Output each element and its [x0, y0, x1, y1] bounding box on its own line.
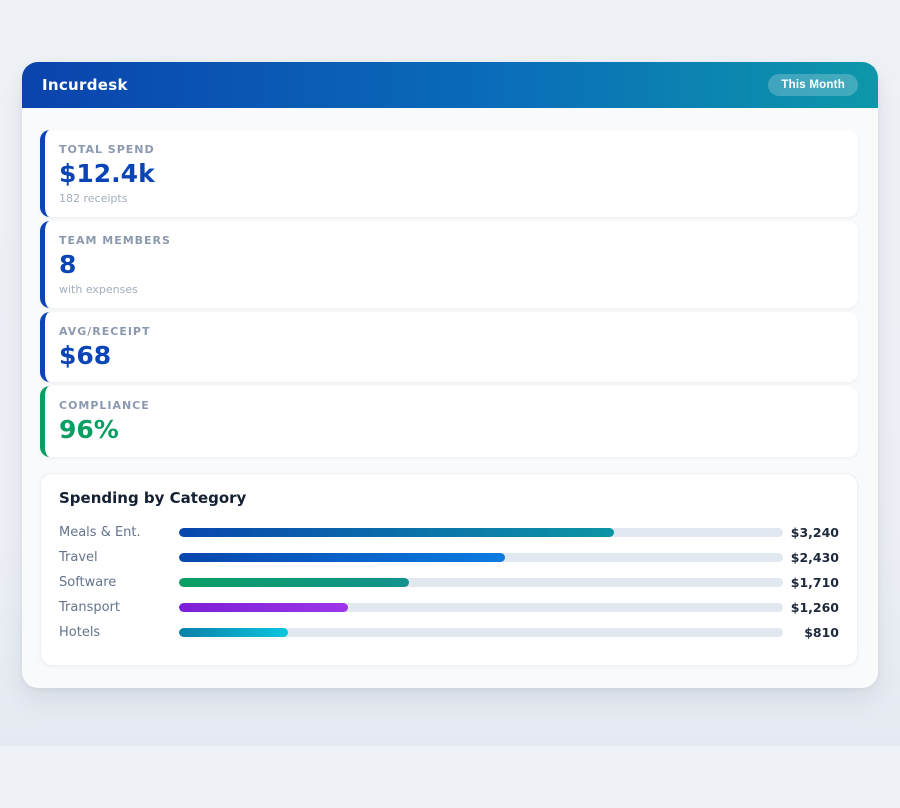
app-title: Incurdesk: [42, 76, 128, 94]
category-label: Travel: [59, 550, 179, 565]
category-value: $1,260: [783, 600, 839, 615]
category-bar-fill: [179, 628, 288, 637]
stat-value: $68: [59, 342, 840, 371]
category-label: Hotels: [59, 625, 179, 640]
stat-card-compliance: COMPLIANCE 96%: [40, 386, 858, 457]
stat-value: 8: [59, 251, 840, 280]
category-value: $2,430: [783, 550, 839, 565]
stat-subtext: 182 receipts: [59, 192, 840, 205]
chart-title: Spending by Category: [59, 489, 839, 507]
category-row: Transport $1,260: [59, 595, 839, 620]
stat-value: $12.4k: [59, 160, 840, 189]
category-label: Software: [59, 575, 179, 590]
stat-subtext: with expenses: [59, 283, 840, 296]
category-label: Transport: [59, 600, 179, 615]
dashboard-panel: Incurdesk This Month TOTAL SPEND $12.4k …: [22, 62, 878, 688]
stats-section: TOTAL SPEND $12.4k 182 receipts TEAM MEM…: [22, 108, 878, 457]
category-label: Meals & Ent.: [59, 525, 179, 540]
app-header: Incurdesk This Month: [22, 62, 878, 108]
category-row: Meals & Ent. $3,240: [59, 520, 839, 545]
category-bar-track: [179, 603, 783, 612]
stat-label: TEAM MEMBERS: [59, 234, 840, 247]
category-value: $810: [783, 625, 839, 640]
category-bar-list: Meals & Ent. $3,240 Travel $2,430 Software $1…: [59, 520, 839, 645]
stat-label: COMPLIANCE: [59, 399, 840, 412]
stat-label: TOTAL SPEND: [59, 143, 840, 156]
category-value: $1,710: [783, 575, 839, 590]
stat-label: AVG/RECEIPT: [59, 325, 840, 338]
category-bar-track: [179, 528, 783, 537]
category-bar-fill: [179, 553, 505, 562]
category-bar-track: [179, 628, 783, 637]
category-bar-fill: [179, 528, 614, 537]
category-bar-fill: [179, 578, 409, 587]
category-row: Hotels $810: [59, 620, 839, 645]
category-row: Software $1,710: [59, 570, 839, 595]
stat-card-team-members: TEAM MEMBERS 8 with expenses: [40, 221, 858, 308]
period-badge[interactable]: This Month: [768, 74, 858, 96]
spending-by-category-card: Spending by Category Meals & Ent. $3,240 T…: [40, 473, 858, 666]
category-bar-fill: [179, 603, 348, 612]
category-value: $3,240: [783, 525, 839, 540]
category-row: Travel $2,430: [59, 545, 839, 570]
stat-card-avg-receipt: AVG/RECEIPT $68: [40, 312, 858, 383]
category-bar-track: [179, 578, 783, 587]
stat-value: 96%: [59, 416, 840, 445]
category-bar-track: [179, 553, 783, 562]
stat-card-total-spend: TOTAL SPEND $12.4k 182 receipts: [40, 130, 858, 217]
